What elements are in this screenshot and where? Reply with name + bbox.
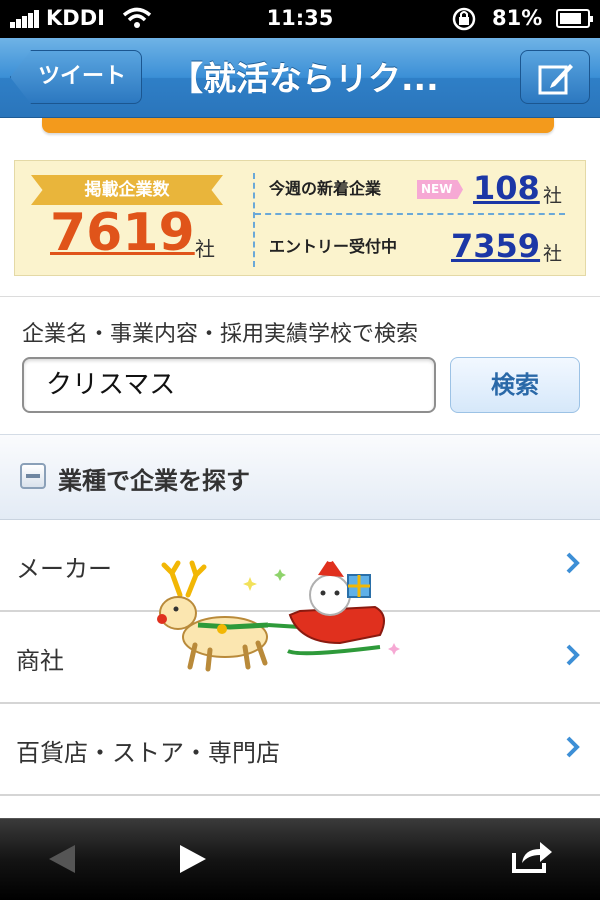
- entry-unit: 社: [543, 243, 563, 265]
- divider: [255, 213, 565, 215]
- total-unit: 社: [195, 237, 215, 261]
- divider: [0, 296, 600, 297]
- banner-bottom-edge: [42, 118, 554, 133]
- chevron-right-icon: [566, 552, 580, 574]
- section-title: 業種で企業を探す: [58, 467, 250, 495]
- battery-percent: 81%: [492, 6, 543, 30]
- company-stats-panel: 掲載企業数 7619 社 今週の新着企業 NEW 108 社 エントリー受付中 …: [14, 160, 586, 276]
- collapse-icon[interactable]: [20, 463, 46, 489]
- battery-fill: [560, 13, 581, 24]
- battery-icon: [556, 9, 593, 28]
- search-button[interactable]: 検索: [450, 357, 580, 413]
- list-item-label: 商社: [16, 647, 64, 675]
- search-caption: 企業名・事業内容・採用実績学校で検索: [22, 322, 419, 347]
- status-bar: KDDI 11:35 81%: [0, 0, 600, 38]
- back-button[interactable]: ツイート: [10, 50, 142, 104]
- navigation-bar: ツイート 【就活ならリク...: [0, 38, 600, 118]
- chevron-right-icon: [566, 736, 580, 758]
- search-input[interactable]: クリスマス: [22, 357, 436, 413]
- divider: [253, 173, 255, 267]
- compose-button[interactable]: [520, 50, 590, 104]
- total-companies-label: 掲載企業数: [31, 175, 223, 205]
- compose-icon: [538, 64, 573, 95]
- new-companies-count[interactable]: 108: [473, 169, 540, 207]
- entry-open-label: エントリー受付中: [269, 237, 398, 256]
- new-companies-label: 今週の新着企業: [269, 179, 382, 198]
- list-item-label: 百貨店・ストア・専門店: [16, 739, 280, 767]
- list-item-retail[interactable]: 百貨店・ストア・専門店: [0, 704, 600, 796]
- rotation-lock-icon: [452, 7, 476, 31]
- list-item-label: メーカー: [16, 555, 112, 583]
- industry-section-header[interactable]: 業種で企業を探す: [0, 434, 600, 520]
- new-badge: NEW: [417, 180, 463, 199]
- new-unit: 社: [543, 185, 563, 207]
- share-icon[interactable]: [510, 839, 554, 875]
- entry-open-count[interactable]: 7359: [451, 227, 540, 265]
- forward-arrow-icon[interactable]: [178, 843, 208, 875]
- page-title: 【就活ならリク...: [170, 59, 439, 98]
- chevron-right-icon: [566, 644, 580, 666]
- browser-toolbar: [0, 818, 600, 900]
- reindeer-sleigh-illustration: [157, 555, 400, 672]
- total-companies-count[interactable]: 7619: [50, 203, 195, 263]
- back-arrow-icon[interactable]: [47, 843, 77, 875]
